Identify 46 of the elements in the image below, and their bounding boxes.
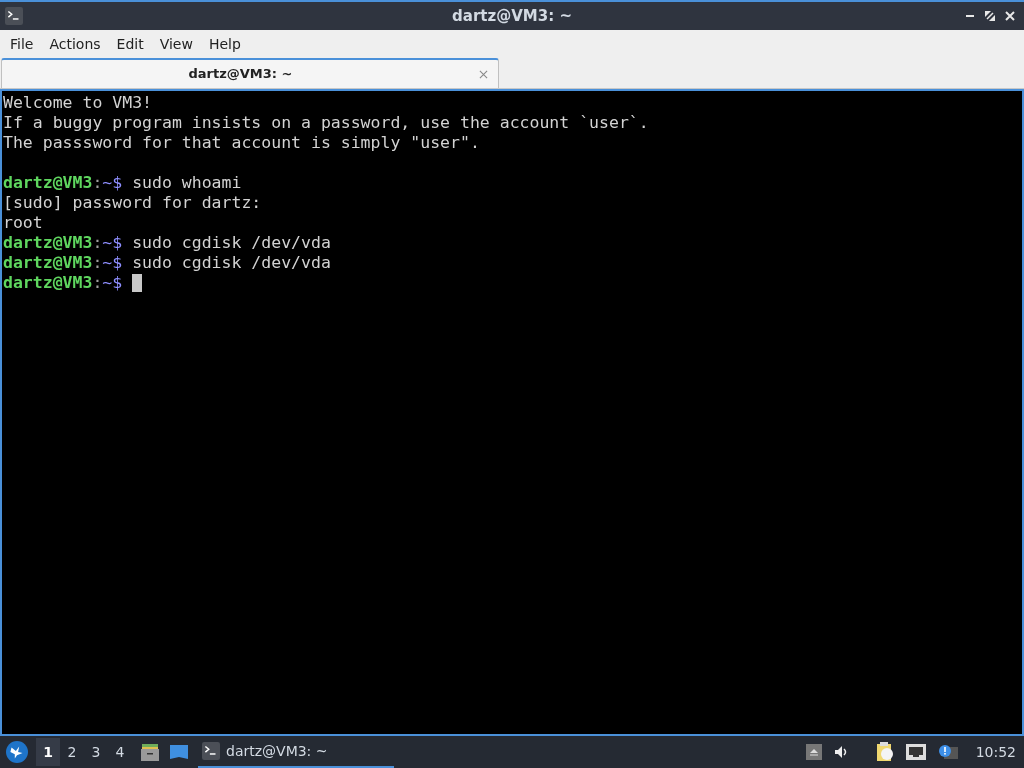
output-line: The passsword for that account is simply "user". <box>3 133 480 153</box>
tab[interactable]: dartz@VM3: ~ <box>1 58 499 88</box>
taskbar-task[interactable]: dartz@VM3: ~ <box>198 736 394 768</box>
menu-item[interactable]: File <box>2 33 42 55</box>
prompt-user: dartz@VM3 <box>3 173 93 193</box>
file-cabinet-icon[interactable] <box>140 742 160 762</box>
clock[interactable]: 10:52 <box>975 741 1016 763</box>
output-line: Welcome to VM3! <box>3 93 152 113</box>
command-text: sudo cgdisk /dev/vda <box>131 253 331 273</box>
workspace-button[interactable]: 2 <box>60 738 84 766</box>
prompt-path: ~$ <box>102 273 123 293</box>
workspace-button[interactable]: 3 <box>84 738 108 766</box>
maximize-icon[interactable] <box>985 11 995 21</box>
bird-logo-icon[interactable] <box>6 741 28 763</box>
menu-item[interactable]: Edit <box>108 33 152 55</box>
terminal-icon <box>5 7 23 25</box>
prompt-separator: : <box>92 173 103 193</box>
output-line: root <box>3 213 43 233</box>
menu-item[interactable]: Help <box>200 33 249 55</box>
command-text: sudo whoami <box>131 173 242 193</box>
prompt-separator: : <box>92 253 103 273</box>
prompt-user: dartz@VM3 <box>3 233 93 253</box>
prompt-path: ~$ <box>102 253 123 273</box>
eject-icon[interactable] <box>805 744 822 760</box>
network-port-icon[interactable] <box>905 744 926 760</box>
output-line: [sudo] password for dartz: <box>3 193 262 213</box>
prompt-user: dartz@VM3 <box>3 253 93 273</box>
menu-item[interactable]: View <box>151 33 201 55</box>
prompt-path: ~$ <box>102 173 123 193</box>
terminal-area[interactable] <box>0 89 1024 736</box>
prompt-separator: : <box>92 273 103 293</box>
clipboard-icon[interactable] <box>875 742 894 762</box>
close-icon[interactable] <box>1005 11 1015 21</box>
workspace-button[interactable]: 4 <box>108 738 132 766</box>
workspace-button[interactable]: 1 <box>36 738 60 766</box>
prompt-path: ~$ <box>102 233 123 253</box>
close-tab-icon[interactable] <box>479 69 488 79</box>
window-title: dartz@VM3: ~ <box>452 5 572 27</box>
notification-icon[interactable] <box>937 744 958 760</box>
prompt-separator: : <box>92 233 103 253</box>
prompt-user: dartz@VM3 <box>3 273 93 293</box>
command-text: sudo cgdisk /dev/vda <box>131 233 331 253</box>
terminal-icon <box>202 742 220 760</box>
output-line: If a buggy program insists on a password, use the account `user`. <box>3 113 649 133</box>
menu-item[interactable]: Actions <box>41 33 109 55</box>
desktop-icon[interactable] <box>168 742 190 762</box>
